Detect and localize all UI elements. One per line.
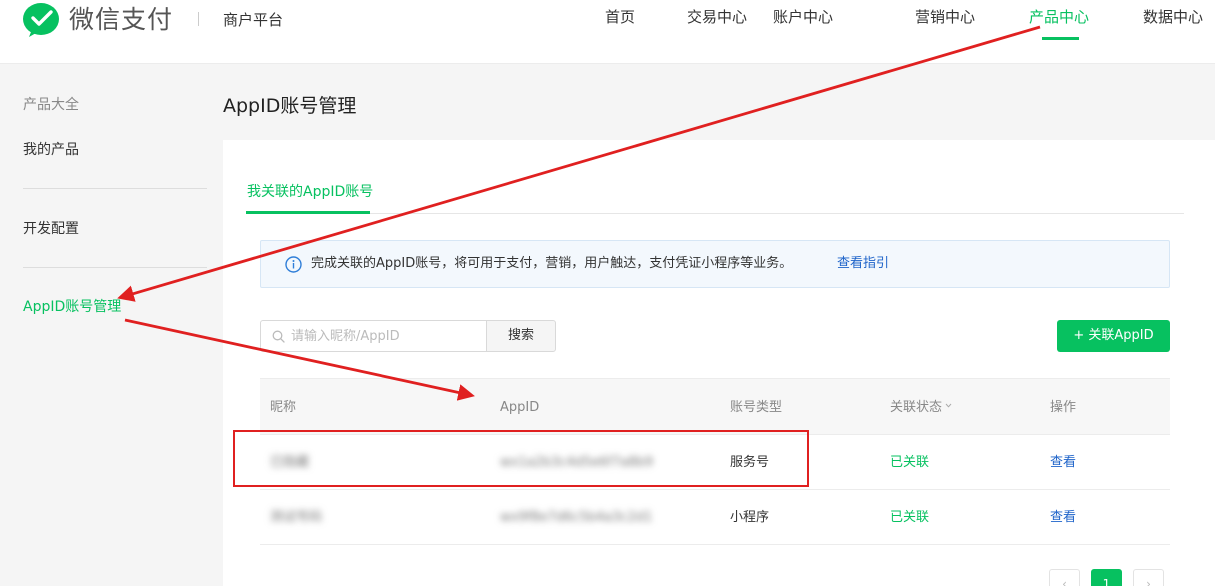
annotation-highlight-box: [233, 430, 809, 487]
nav-data-center[interactable]: 数据中心: [1143, 7, 1203, 27]
notice-text: 完成关联的AppID账号，将可用于支付，营销，用户触达，支付凭证小程序等业务。: [311, 256, 793, 271]
link-appid-button[interactable]: + 关联AppID: [1057, 320, 1170, 352]
info-circle-icon: [285, 256, 302, 273]
row-status: 已关联: [890, 455, 930, 470]
column-header-account-type: 账号类型: [730, 400, 783, 415]
sidebar-item-dev-config[interactable]: 开发配置: [23, 220, 79, 238]
sidebar-divider: [23, 188, 207, 189]
main-nav: 首页 交易中心 账户中心 营销中心 产品中心 数据中心: [0, 0, 1215, 64]
row-appid: wx9f8e7d6c5b4a3c2d1: [500, 510, 653, 525]
row-account-type: 小程序: [730, 510, 770, 525]
row-view-link[interactable]: 查看: [1050, 509, 1076, 526]
column-header-action: 操作: [1050, 400, 1077, 415]
search-box[interactable]: [260, 320, 487, 352]
nav-product-center[interactable]: 产品中心: [1029, 7, 1089, 27]
column-header-appid: AppID: [500, 400, 540, 415]
page-title: AppID账号管理: [223, 95, 357, 117]
chevron-down-icon: [945, 403, 952, 408]
table-row: 测试号码 wx9f8e7d6c5b4a3c2d1 小程序 已关联 查看: [260, 490, 1170, 545]
sidebar-item-appid-management[interactable]: AppID账号管理: [23, 298, 121, 316]
table-header: 昵称 AppID 账号类型 关联状态 操作: [260, 378, 1170, 435]
sidebar-category-all-products[interactable]: 产品大全: [23, 96, 79, 114]
info-notice: 完成关联的AppID账号，将可用于支付，营销，用户触达，支付凭证小程序等业务。 …: [260, 240, 1170, 288]
sidebar: 产品大全 我的产品 开发配置 AppID账号管理: [0, 65, 222, 586]
search-input[interactable]: [291, 325, 481, 347]
sidebar-item-my-products[interactable]: 我的产品: [23, 141, 79, 159]
column-header-status: 关联状态: [890, 400, 943, 415]
sidebar-divider: [23, 267, 207, 268]
nav-home[interactable]: 首页: [605, 7, 635, 27]
pagination-next-button[interactable]: ›: [1133, 569, 1164, 586]
nav-active-indicator: [1042, 37, 1079, 40]
tab-linked-appid[interactable]: 我关联的AppID账号: [247, 182, 373, 202]
pagination-prev-button[interactable]: ‹: [1049, 569, 1080, 586]
top-header: 微信支付 商户平台 首页 交易中心 账户中心 营销中心 产品中心 数据中心: [0, 0, 1215, 64]
view-guide-link[interactable]: 查看指引: [837, 255, 889, 273]
nav-account-center[interactable]: 账户中心: [773, 7, 833, 27]
nav-marketing-center[interactable]: 营销中心: [915, 7, 975, 27]
row-status: 已关联: [890, 510, 930, 525]
tab-bar-rule: [246, 213, 1184, 214]
column-header-nickname: 昵称: [270, 400, 297, 415]
pagination-page-1[interactable]: 1: [1091, 569, 1122, 586]
tab-active-indicator: [246, 211, 370, 214]
column-header-status-filter[interactable]: 关联状态: [890, 399, 952, 416]
row-nickname: 测试号码: [270, 510, 323, 525]
search-icon: [272, 330, 285, 343]
search-button[interactable]: 搜索: [486, 320, 556, 352]
nav-trade-center[interactable]: 交易中心: [687, 7, 747, 27]
row-view-link[interactable]: 查看: [1050, 454, 1076, 471]
